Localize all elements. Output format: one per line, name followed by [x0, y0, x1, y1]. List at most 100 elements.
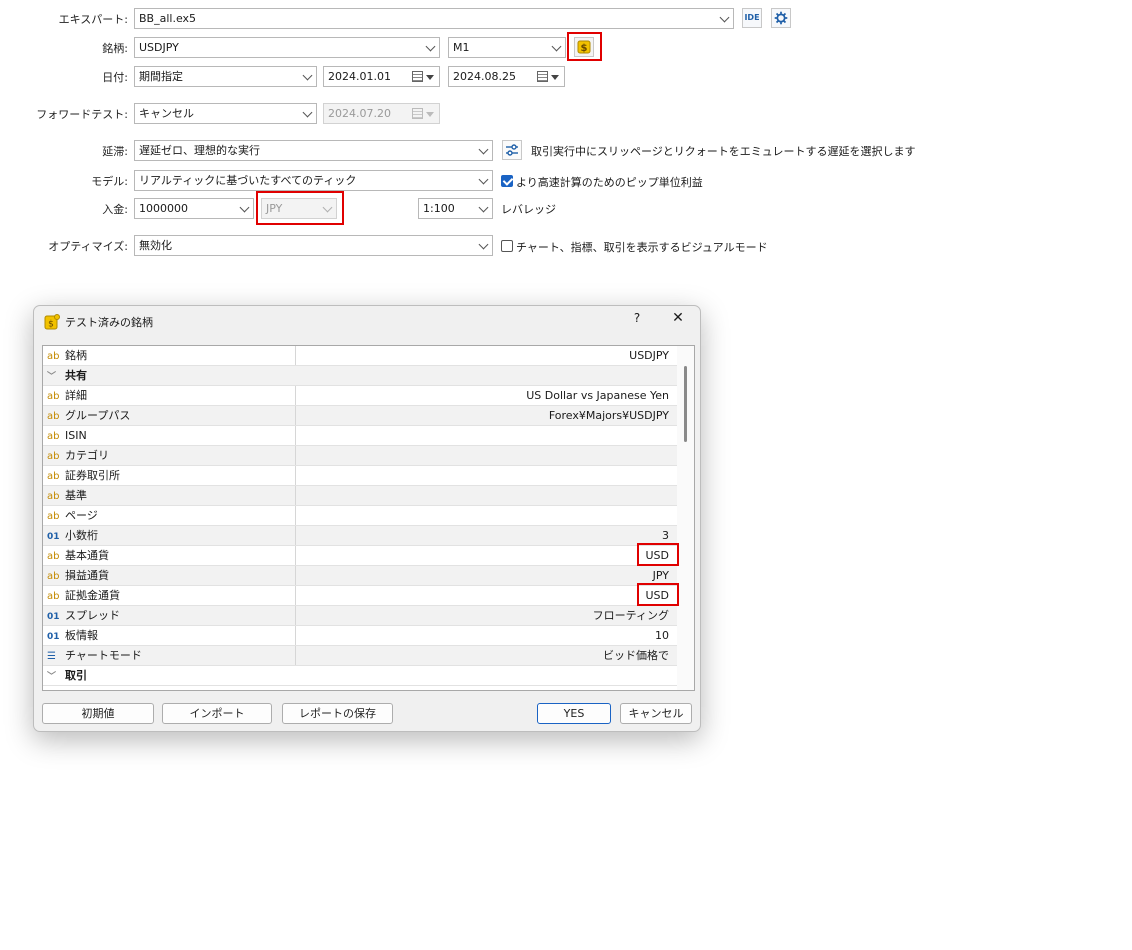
chevron-down-icon[interactable]: ﹀: [47, 368, 65, 387]
property-value[interactable]: [299, 426, 673, 445]
property-value[interactable]: フローティング: [299, 606, 673, 625]
text-icon: ab: [47, 591, 60, 602]
date-mode-select[interactable]: 期間指定: [134, 66, 317, 87]
leverage-select[interactable]: 1:100: [418, 198, 493, 219]
grid-row[interactable]: ab 証券取引所: [43, 466, 677, 486]
highlight-box: [256, 191, 344, 225]
optimize-select[interactable]: 無効化: [134, 235, 493, 256]
grid-row[interactable]: ab 損益通貨 JPY: [43, 566, 677, 586]
ide-button[interactable]: IDE: [742, 8, 762, 28]
grid-group-row[interactable]: ﹀ 取引: [43, 666, 677, 686]
grid-row[interactable]: ☰ チャートモード ビッド価格で: [43, 646, 677, 666]
pips-checkbox[interactable]: [501, 175, 513, 187]
grid-row[interactable]: 01 小数桁 3: [43, 526, 677, 546]
yes-button[interactable]: YES: [537, 703, 611, 724]
grid-row[interactable]: 01 スプレッド フローティング: [43, 606, 677, 626]
property-value[interactable]: JPY: [299, 566, 673, 585]
grid-row[interactable]: ab 詳細 US Dollar vs Japanese Yen: [43, 386, 677, 406]
property-name: 取引: [65, 669, 87, 682]
save-report-button[interactable]: レポートの保存: [282, 703, 393, 724]
property-value[interactable]: USD: [299, 586, 673, 605]
highlight-box: [637, 583, 679, 606]
timeframe-select[interactable]: M1: [448, 37, 566, 58]
calendar-icon: [412, 71, 423, 82]
symbol-select[interactable]: USDJPY: [134, 37, 440, 58]
property-name: グループパス: [65, 409, 131, 422]
import-button[interactable]: インポート: [162, 703, 272, 724]
property-value[interactable]: USD: [299, 546, 673, 565]
highlight-box: [567, 32, 602, 61]
property-name: カテゴリ: [65, 449, 109, 462]
grid-row[interactable]: ab ページ: [43, 506, 677, 526]
model-label: モデル:: [91, 175, 128, 188]
property-value[interactable]: 3: [299, 526, 673, 545]
sliders-icon: [506, 144, 518, 156]
delay-settings-button[interactable]: [502, 140, 522, 160]
grid-row[interactable]: ab 基準: [43, 486, 677, 506]
dropdown-arrow-icon: [426, 112, 434, 117]
numeric-icon: 01: [47, 612, 60, 622]
text-icon: ab: [47, 431, 60, 442]
chevron-down-icon: [478, 144, 489, 155]
expert-select[interactable]: BB_all.ex5: [134, 8, 734, 29]
grid-row[interactable]: ab 証拠金通貨 USD: [43, 586, 677, 606]
property-value[interactable]: [299, 446, 673, 465]
reset-button[interactable]: 初期値: [42, 703, 154, 724]
forward-date-value: 2024.07.20: [328, 107, 391, 120]
property-value[interactable]: US Dollar vs Japanese Yen: [299, 386, 673, 405]
model-select[interactable]: リアルティックに基づいたすべてのティック: [134, 170, 493, 191]
text-icon: ab: [47, 511, 60, 522]
delay-value: 遅延ゼロ、理想的な実行: [139, 144, 260, 157]
tested-symbol-dialog: $ テスト済みの銘柄 ? ✕ ab 銘柄 USDJPY ﹀ 共有 ab 詳細 US Dolla…: [33, 305, 701, 732]
grid-group-row[interactable]: ﹀ 共有: [43, 366, 677, 386]
date-from-picker[interactable]: 2024.01.01: [323, 66, 440, 87]
grid-row[interactable]: ab 銘柄 USDJPY: [43, 346, 677, 366]
property-name-cell: ab 基本通貨: [43, 546, 296, 565]
deposit-value: 1000000: [139, 202, 188, 215]
property-name: 小数桁: [65, 529, 98, 542]
property-name-cell: ﹀ 取引: [43, 666, 673, 685]
forward-label: フォワードテスト:: [36, 108, 128, 121]
ide-label: IDE: [744, 13, 760, 22]
grid-row[interactable]: ab カテゴリ: [43, 446, 677, 466]
chevron-down-icon: [478, 202, 489, 213]
property-value[interactable]: ビッド価格で: [299, 646, 673, 665]
property-value[interactable]: [299, 486, 673, 505]
property-value[interactable]: USDJPY: [299, 346, 673, 365]
property-name-cell: 01 小数桁: [43, 526, 296, 545]
property-name: 証券取引所: [65, 469, 120, 482]
delay-select[interactable]: 遅延ゼロ、理想的な実行: [134, 140, 493, 161]
grid-row[interactable]: ab ISIN: [43, 426, 677, 446]
settings-gear-button[interactable]: [771, 8, 791, 28]
forward-select[interactable]: キャンセル: [134, 103, 317, 124]
property-value[interactable]: Forex¥Majors¥USDJPY: [299, 406, 673, 425]
grid-row[interactable]: ab 基本通貨 USD: [43, 546, 677, 566]
property-name: スプレッド: [65, 609, 120, 622]
grid-row[interactable]: 01 板情報 10: [43, 626, 677, 646]
numeric-icon: 01: [47, 632, 60, 642]
chevron-down-icon[interactable]: ﹀: [47, 668, 65, 687]
deposit-select[interactable]: 1000000: [134, 198, 254, 219]
close-button[interactable]: ✕: [670, 310, 686, 326]
list-icon: ☰: [47, 651, 56, 662]
gear-icon: [774, 11, 788, 25]
visual-mode-checkbox[interactable]: [501, 240, 513, 252]
optimize-label: オプティマイズ:: [48, 240, 128, 253]
property-name: 基準: [65, 489, 87, 502]
property-value[interactable]: [299, 506, 673, 525]
date-to-picker[interactable]: 2024.08.25: [448, 66, 565, 87]
property-name-cell: ab ページ: [43, 506, 296, 525]
grid-row[interactable]: ab グループパス Forex¥Majors¥USDJPY: [43, 406, 677, 426]
timeframe-value: M1: [453, 41, 470, 54]
property-name-cell: ab カテゴリ: [43, 446, 296, 465]
scrollbar-thumb[interactable]: [684, 366, 687, 442]
property-value[interactable]: [299, 466, 673, 485]
help-button[interactable]: ?: [629, 311, 645, 325]
property-name-cell: ab グループパス: [43, 406, 296, 425]
delay-label: 延滞:: [102, 145, 128, 158]
leverage-label: レバレッジ: [501, 203, 556, 216]
vertical-scrollbar[interactable]: [677, 346, 694, 690]
property-value[interactable]: 10: [299, 626, 673, 645]
cancel-button[interactable]: キャンセル: [620, 703, 692, 724]
highlight-box: [637, 543, 679, 566]
